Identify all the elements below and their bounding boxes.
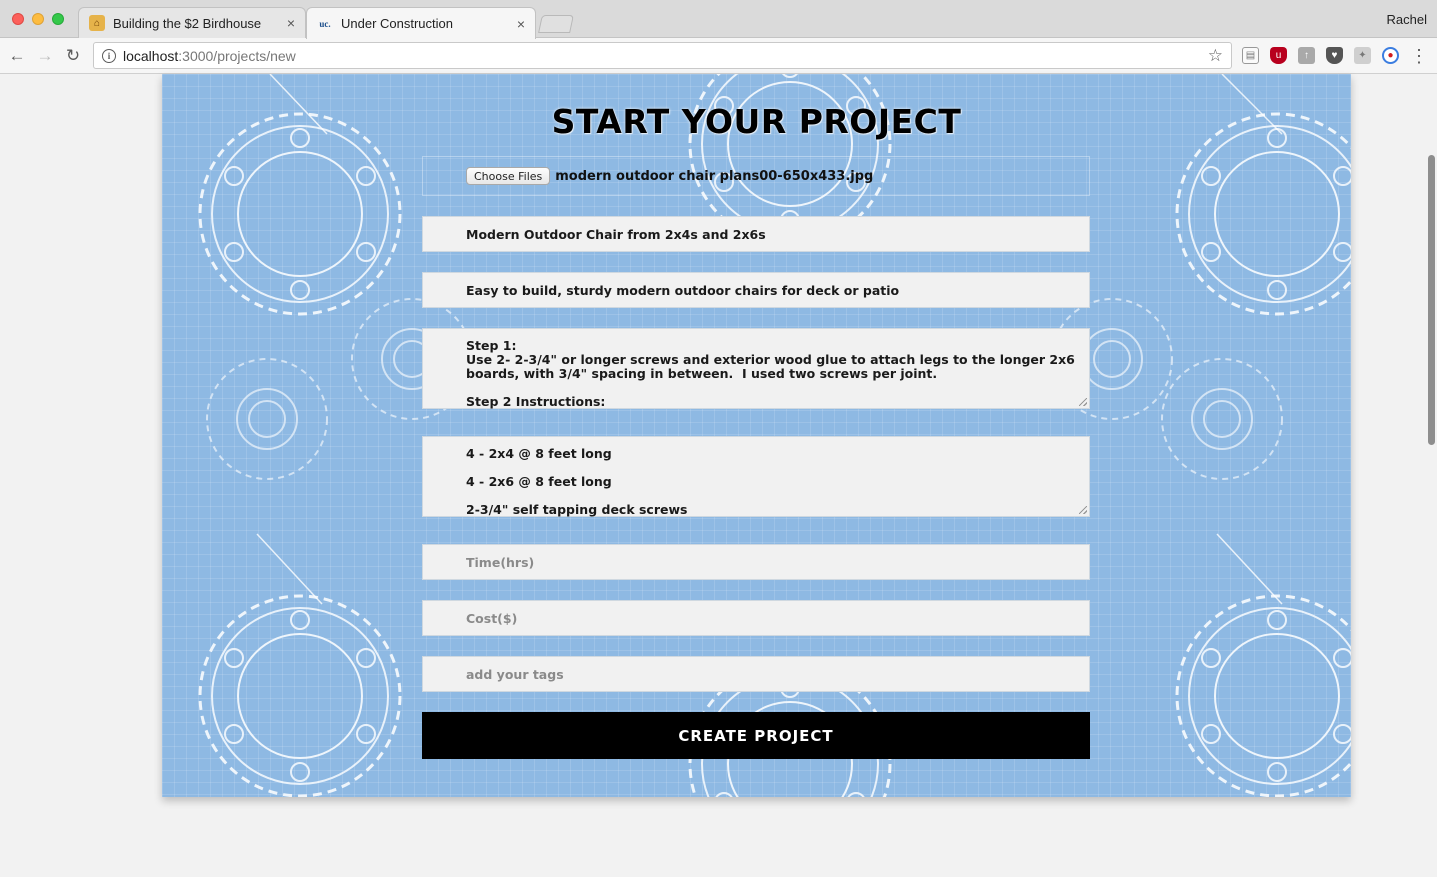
tab-title: Under Construction <box>341 16 453 31</box>
tab-close-icon[interactable]: × <box>517 17 525 31</box>
resize-handle-icon[interactable] <box>1079 398 1087 406</box>
close-window-button[interactable] <box>12 13 24 25</box>
profile-name[interactable]: Rachel <box>1387 12 1427 27</box>
ublock-icon[interactable]: u <box>1270 47 1287 64</box>
create-project-button[interactable]: CREATE PROJECT <box>422 712 1090 759</box>
project-title-input[interactable]: Modern Outdoor Chair from 2x4s and 2x6s <box>422 216 1090 252</box>
reload-icon[interactable]: ↻ <box>61 44 85 68</box>
tab-under-construction[interactable]: uc. Under Construction × <box>306 7 536 39</box>
choose-files-button[interactable]: Choose Files <box>466 167 551 185</box>
info-icon[interactable]: i <box>102 48 116 63</box>
project-materials-value: 4 - 2x4 @ 8 feet long 4 - 2x6 @ 8 feet l… <box>466 446 688 517</box>
time-hours-placeholder: Time(hrs) <box>466 554 535 570</box>
menu-icon[interactable]: ⋮ <box>1410 46 1428 66</box>
back-arrow-icon[interactable]: ← <box>5 44 29 68</box>
url-host: localhost <box>123 47 179 64</box>
tab-birdhouse[interactable]: ⌂ Building the $2 Birdhouse × <box>78 7 306 38</box>
minimize-window-button[interactable] <box>32 13 44 25</box>
project-steps-value: Step 1: Use 2- 2-3/4" or longer screws a… <box>466 338 1075 409</box>
cost-input[interactable]: Cost($) <box>422 600 1090 636</box>
bookmark-star-icon[interactable]: ☆ <box>1208 46 1223 66</box>
birdhouse-favicon-icon: ⌂ <box>89 15 105 31</box>
maximize-window-button[interactable] <box>52 13 64 25</box>
tab-close-icon[interactable]: × <box>287 16 295 30</box>
tags-input[interactable]: add your tags <box>422 656 1090 692</box>
resize-handle-icon[interactable] <box>1079 506 1087 514</box>
screenshot-extension-icon[interactable]: ▤ <box>1242 47 1259 64</box>
tags-placeholder: add your tags <box>466 666 564 682</box>
project-title-value: Modern Outdoor Chair from 2x4s and 2x6s <box>466 226 766 242</box>
shield-extension-icon[interactable]: ♥ <box>1326 47 1343 64</box>
file-upload-row: Choose Files modern outdoor chair plans0… <box>422 156 1090 196</box>
time-hours-input[interactable]: Time(hrs) <box>422 544 1090 580</box>
extension-icon[interactable]: ↑ <box>1298 47 1315 64</box>
page-title: START YOUR PROJECT <box>551 102 962 141</box>
url-path: :3000/projects/new <box>178 47 296 64</box>
new-tab-button[interactable] <box>538 15 574 33</box>
browser-tab-bar: ⌂ Building the $2 Birdhouse × uc. Under … <box>0 0 1437 39</box>
uc-favicon-icon: uc. <box>319 18 331 29</box>
page-viewport: START YOUR PROJECT Choose Files modern o… <box>0 74 1437 877</box>
project-steps-textarea[interactable]: Step 1: Use 2- 2-3/4" or longer screws a… <box>422 328 1090 409</box>
browser-toolbar: ← → ↻ i localhost:3000/projects/new ☆ ▤ … <box>0 38 1437 74</box>
sync-extension-icon[interactable]: ● <box>1382 47 1399 64</box>
project-materials-textarea[interactable]: 4 - 2x4 @ 8 feet long 4 - 2x6 @ 8 feet l… <box>422 436 1090 517</box>
page-scrollbar[interactable] <box>1428 155 1435 445</box>
forward-arrow-icon[interactable]: → <box>33 44 57 68</box>
tab-title: Building the $2 Birdhouse <box>113 15 262 31</box>
address-bar[interactable]: i localhost:3000/projects/new ☆ <box>93 42 1232 69</box>
project-description-value: Easy to build, sturdy modern outdoor cha… <box>466 282 900 298</box>
selected-file-name: modern outdoor chair plans00-650x433.jpg <box>555 168 874 184</box>
project-form-section: START YOUR PROJECT Choose Files modern o… <box>162 74 1351 797</box>
cost-placeholder: Cost($) <box>466 610 518 626</box>
project-description-input[interactable]: Easy to build, sturdy modern outdoor cha… <box>422 272 1090 308</box>
puzzle-extension-icon[interactable]: ✦ <box>1354 47 1371 64</box>
